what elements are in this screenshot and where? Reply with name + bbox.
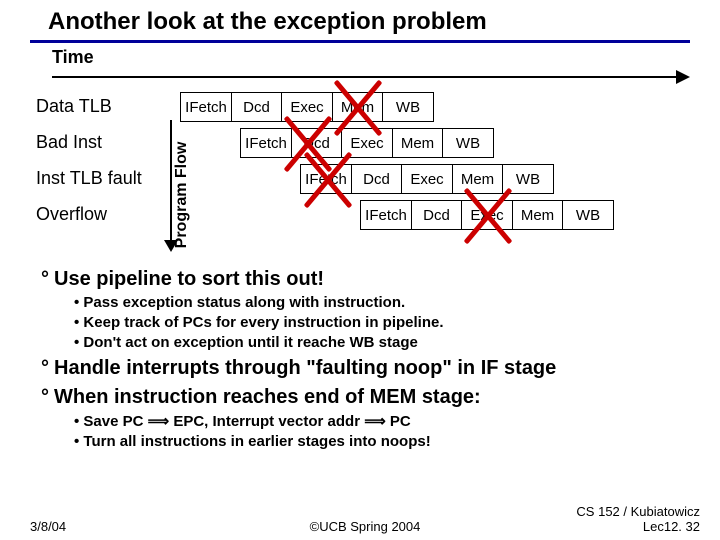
stage-ifetch: IFetch — [300, 164, 352, 194]
program-flow-arrow: Program Flow — [160, 120, 184, 252]
pipeline-row: IFetch Dcd Exec Mem WB — [360, 200, 614, 230]
stage-mem: Mem — [512, 200, 564, 230]
stage-ifetch: IFetch — [360, 200, 412, 230]
stage-dcd: Dcd — [351, 164, 403, 194]
stage-exec: Exec — [461, 200, 513, 230]
row-label-overflow: Overflow — [36, 198, 142, 234]
stage-wb: WB — [442, 128, 494, 158]
footer-course: CS 152 / Kubiatowicz — [576, 504, 700, 519]
bullet-major: °Use pipeline to sort this out! — [36, 268, 690, 291]
stage-dcd: Dcd — [291, 128, 343, 158]
program-flow-label: Program Flow — [173, 135, 191, 255]
pipeline-row: IFetch Dcd Exec Mem WB — [240, 128, 494, 158]
pipeline-row: IFetch Dcd Exec Mem WB — [300, 164, 554, 194]
stage-wb: WB — [562, 200, 614, 230]
implies-icon: ⟹ — [148, 413, 170, 430]
time-label: Time — [0, 47, 720, 68]
stage-exec: Exec — [401, 164, 453, 194]
stage-mem: Mem — [332, 92, 384, 122]
title-underline — [30, 40, 690, 43]
implies-icon: ⟹ — [364, 413, 386, 430]
bullet-minor: Turn all instructions in earlier stages … — [74, 433, 690, 450]
arrow-right-icon — [676, 70, 690, 84]
time-arrow — [52, 70, 690, 84]
row-label-data-tlb: Data TLB — [36, 90, 142, 126]
slide-title: Another look at the exception problem — [0, 0, 720, 40]
stage-mem: Mem — [452, 164, 504, 194]
stage-ifetch: IFetch — [180, 92, 232, 122]
stage-wb: WB — [382, 92, 434, 122]
bullet-minor: Keep track of PCs for every instruction … — [74, 314, 690, 331]
stage-dcd: Dcd — [231, 92, 283, 122]
footer-date: 3/8/04 — [30, 519, 66, 534]
footer-lecture: Lec12. 32 — [576, 519, 700, 534]
stage-exec: Exec — [341, 128, 393, 158]
slide-footer: 3/8/04 ©UCB Spring 2004 CS 152 / Kubiato… — [30, 504, 700, 534]
bullet-major: °When instruction reaches end of MEM sta… — [36, 386, 690, 409]
footer-copyright: ©UCB Spring 2004 — [310, 519, 421, 534]
bullet-major: °Handle interrupts through "faulting noo… — [36, 357, 690, 380]
stage-dcd: Dcd — [411, 200, 463, 230]
stage-mem: Mem — [392, 128, 444, 158]
pipeline-diagram: Data TLB Bad Inst Inst TLB fault Overflo… — [0, 90, 720, 260]
row-label-bad-inst: Bad Inst — [36, 126, 142, 162]
stage-exec: Exec — [281, 92, 333, 122]
stage-ifetch: IFetch — [240, 128, 292, 158]
bullet-minor: Don't act on exception until it reache W… — [74, 334, 690, 351]
bullet-minor: Pass exception status along with instruc… — [74, 294, 690, 311]
bullet-minor: Save PC ⟹ EPC, Interrupt vector addr ⟹ P… — [74, 412, 690, 430]
stage-wb: WB — [502, 164, 554, 194]
pipeline-row: IFetch Dcd Exec Mem WB — [180, 92, 434, 122]
row-label-inst-tlb-fault: Inst TLB fault — [36, 162, 142, 198]
slide-body: °Use pipeline to sort this out! Pass exc… — [0, 260, 720, 450]
